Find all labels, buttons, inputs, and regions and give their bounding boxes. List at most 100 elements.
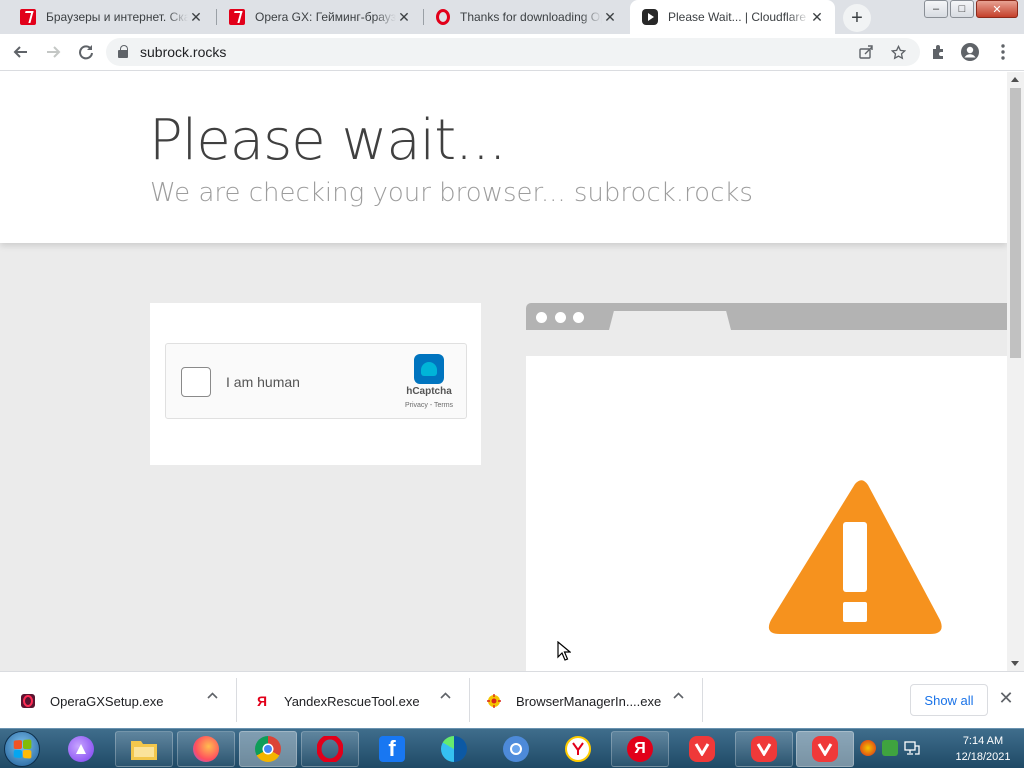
download-separator: [236, 678, 237, 722]
page-subtitle: We are checking your browser... subrock.…: [150, 178, 753, 208]
opera-icon: [317, 736, 343, 762]
chrome-icon: [255, 736, 281, 762]
illustration-title-bar: [526, 303, 1007, 330]
back-button[interactable]: [7, 38, 35, 66]
lock-icon[interactable]: [118, 45, 128, 58]
taskbar-opera[interactable]: [301, 731, 359, 767]
illustration-body: [526, 356, 1007, 671]
start-button[interactable]: [4, 731, 40, 767]
tab-softportal-browsers[interactable]: Браузеры и интернет. Скачать ✕: [8, 0, 214, 34]
vertical-scrollbar[interactable]: [1007, 72, 1024, 671]
taskbar-vivaldi-1[interactable]: [673, 731, 731, 767]
download-item[interactable]: BrowserManagerIn....exe: [486, 678, 661, 724]
hcaptcha-widget: I am human hCaptcha Privacy - Terms: [165, 343, 467, 419]
warning-icon: [768, 480, 942, 634]
human-label[interactable]: I am human: [226, 374, 300, 390]
system-tray: 7:14 AM 12/18/2021: [858, 729, 1024, 768]
close-icon[interactable]: ✕: [188, 9, 204, 25]
alice-icon: [68, 736, 94, 762]
dot-icon: [573, 312, 584, 323]
tab-thanks-opera[interactable]: Thanks for downloading Opera ✕: [424, 0, 628, 34]
vivaldi-icon: [751, 736, 777, 762]
share-icon[interactable]: [856, 42, 876, 62]
taskbar-alice[interactable]: [52, 731, 110, 767]
softportal-icon: [229, 9, 245, 25]
youtube-icon: [642, 9, 658, 25]
taskbar-yandex[interactable]: [549, 731, 607, 767]
opera-gx-icon: [21, 694, 35, 708]
scroll-thumb[interactable]: [1010, 88, 1021, 358]
extensions-icon: [933, 45, 943, 59]
tab-strip: Браузеры и интернет. Скачать ✕ Opera GX:…: [0, 0, 1024, 34]
yandex-icon: Я: [627, 736, 653, 762]
download-item[interactable]: OperaGXSetup.exe: [20, 678, 163, 724]
download-item[interactable]: Я YandexRescueTool.exe: [254, 678, 420, 724]
back-icon: [13, 46, 27, 58]
mouse-cursor-icon: [557, 641, 571, 661]
taskbar-chromium[interactable]: [487, 731, 545, 767]
chevron-up-icon[interactable]: [440, 690, 451, 700]
taskbar-vivaldi-3[interactable]: [796, 731, 854, 767]
forward-button[interactable]: [39, 38, 67, 66]
profile-button[interactable]: [956, 38, 984, 66]
chevron-up-icon[interactable]: [207, 690, 218, 700]
taskbar-vivaldi-2[interactable]: [735, 731, 793, 767]
tab-cloudflare[interactable]: Please Wait... | Cloudflare ✕: [630, 0, 835, 34]
illustration-tab: [609, 311, 731, 330]
dot-icon: [555, 312, 566, 323]
star-icon[interactable]: [888, 42, 908, 62]
firefox-icon: [193, 736, 219, 762]
close-shelf-icon[interactable]: ✕: [996, 688, 1016, 708]
window-controls: – □ ✕: [922, 0, 1018, 20]
address-bar[interactable]: subrock.rocks: [106, 38, 920, 66]
taskbar-explorer[interactable]: [115, 731, 173, 767]
page-header: Please wait... We are checking your brow…: [0, 72, 1007, 243]
page-title: Please wait...: [149, 108, 507, 173]
vivaldi-icon: [812, 736, 838, 762]
tab-opera-gx[interactable]: Opera GX: Гейминг-браузер ✕: [217, 0, 422, 34]
taskbar-edge[interactable]: [425, 731, 483, 767]
menu-icon: [1001, 44, 1005, 60]
hcaptcha-links[interactable]: Privacy - Terms: [392, 402, 466, 409]
taskbar-firefox[interactable]: [177, 731, 235, 767]
menu-button[interactable]: [989, 38, 1017, 66]
scroll-down-icon[interactable]: [1011, 661, 1019, 666]
opera-icon: [436, 9, 450, 25]
chromium-icon: [503, 736, 529, 762]
network-icon[interactable]: [904, 740, 920, 756]
human-checkbox[interactable]: [181, 367, 211, 397]
windows-logo-icon: [13, 739, 32, 759]
forward-icon: [47, 46, 61, 58]
show-all-button[interactable]: Show all: [910, 684, 988, 716]
taskbar-yandex-ru[interactable]: Я: [611, 731, 669, 767]
close-icon[interactable]: ✕: [602, 9, 618, 25]
minimize-button[interactable]: –: [924, 0, 948, 18]
reload-button[interactable]: [72, 38, 100, 66]
chevron-up-icon[interactable]: [673, 690, 684, 700]
maximize-button[interactable]: □: [950, 0, 974, 18]
clock-time: 7:14 AM: [962, 735, 1004, 747]
scroll-up-icon[interactable]: [1011, 77, 1019, 82]
extensions-button[interactable]: [924, 38, 952, 66]
close-icon[interactable]: ✕: [396, 9, 412, 25]
new-tab-button[interactable]: +: [843, 4, 871, 32]
browser-toolbar: subrock.rocks: [0, 34, 1024, 71]
download-separator: [702, 678, 703, 722]
yandex-browser-icon: [565, 736, 591, 762]
close-icon[interactable]: ✕: [809, 9, 825, 25]
reload-icon: [79, 45, 93, 60]
captcha-card: I am human hCaptcha Privacy - Terms: [150, 303, 481, 465]
close-window-button[interactable]: ✕: [976, 0, 1018, 18]
vivaldi-icon: [689, 736, 715, 762]
folder-icon: [131, 741, 157, 760]
screen: Браузеры и интернет. Скачать ✕ Opera GX:…: [0, 0, 1024, 768]
taskbar: f Я 7:14 AM 12/18/2021: [0, 728, 1024, 768]
browser-manager-tray-icon[interactable]: [860, 740, 876, 756]
update-tray-icon[interactable]: [882, 740, 898, 756]
taskbar-chrome[interactable]: [239, 731, 297, 767]
facebook-icon: f: [379, 736, 405, 762]
taskbar-facebook[interactable]: f: [363, 731, 421, 767]
system-clock[interactable]: 7:14 AM 12/18/2021: [944, 733, 1022, 765]
hcaptcha-logo-icon: [414, 354, 444, 384]
address-text: subrock.rocks: [140, 44, 227, 60]
